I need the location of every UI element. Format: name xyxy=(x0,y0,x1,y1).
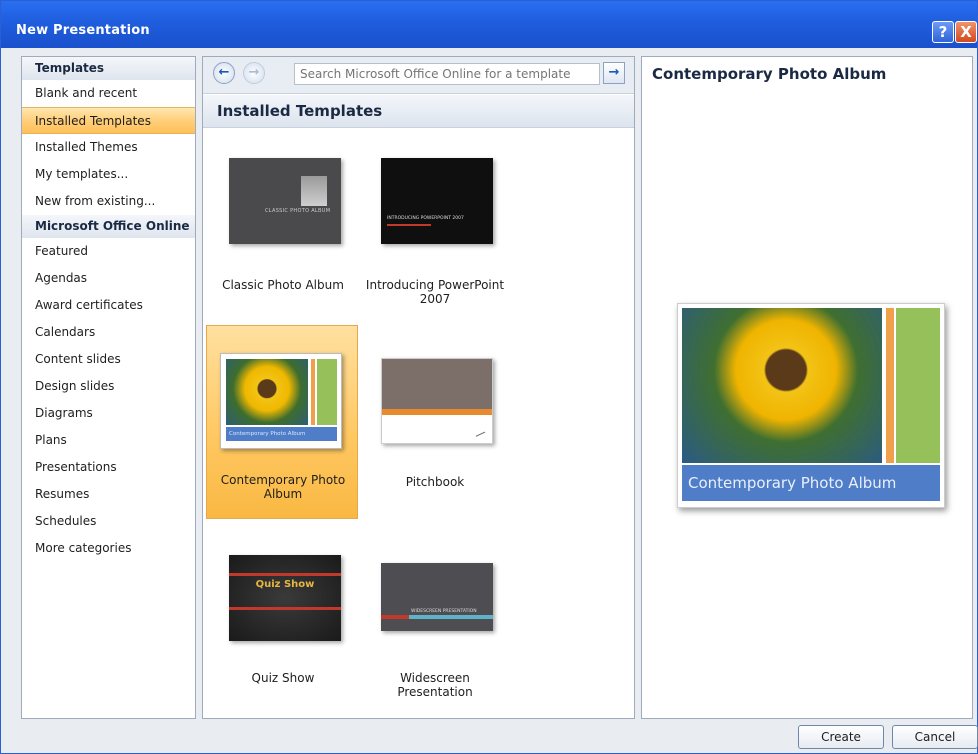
sidebar-item-featured[interactable]: Featured xyxy=(22,238,195,265)
swoosh-mark xyxy=(472,425,486,437)
header-band xyxy=(382,359,492,409)
template-label: Quiz Show xyxy=(251,671,315,685)
navigation-bar: ← → → xyxy=(203,57,634,94)
search-go-button[interactable]: → xyxy=(603,62,625,84)
template-thumbnail: CLASSIC PHOTO ALBUM xyxy=(229,158,341,244)
template-contemporary-photo-album[interactable]: Contemporary Photo Album Contemporary Ph… xyxy=(206,325,358,519)
sidebar-item-new-from-existing[interactable]: New from existing... xyxy=(22,188,195,215)
templates-heading: Installed Templates xyxy=(203,95,634,128)
accent-teal xyxy=(409,615,493,619)
sidebar-item-more-categories[interactable]: More categories xyxy=(22,535,195,562)
arrow-right-icon: → xyxy=(608,65,620,80)
template-label: Classic Photo Album xyxy=(222,278,344,292)
window-title: New Presentation xyxy=(16,23,150,38)
title-bar: New Presentation ? X xyxy=(1,1,977,48)
thumbnail-caption: Contemporary Photo Album xyxy=(226,427,337,441)
photo-placeholder xyxy=(301,176,327,206)
sunflower-photo xyxy=(682,308,882,463)
accent-stripe-green xyxy=(317,359,337,425)
thumbnail-caption: INTRODUCING POWERPOINT 2007 xyxy=(387,216,464,221)
sidebar-item-schedules[interactable]: Schedules xyxy=(22,508,195,535)
accent-stripe-orange xyxy=(886,308,894,463)
cancel-button[interactable]: Cancel xyxy=(892,725,978,749)
accent-line-bottom xyxy=(229,607,341,610)
template-label: Pitchbook xyxy=(405,475,465,489)
accent-stripe-green xyxy=(896,308,940,463)
sidebar-item-design-slides[interactable]: Design slides xyxy=(22,373,195,400)
arrow-left-icon: ← xyxy=(218,65,230,80)
thumbnail-caption: Quiz Show xyxy=(255,579,315,590)
thumbnail-caption: WIDESCREEN PRESENTATION xyxy=(411,609,477,614)
sidebar-item-content-slides[interactable]: Content slides xyxy=(22,346,195,373)
category-sidebar: Templates Blank and recent Installed Tem… xyxy=(21,56,196,719)
template-thumbnail xyxy=(381,358,493,444)
sidebar-item-installed-templates[interactable]: Installed Templates xyxy=(22,107,195,134)
sidebar-item-presentations[interactable]: Presentations xyxy=(22,454,195,481)
close-button[interactable]: X xyxy=(955,21,977,43)
template-quiz-show[interactable]: Quiz Show Quiz Show xyxy=(207,545,359,695)
template-thumbnail: Quiz Show xyxy=(229,555,341,641)
templates-panel: ← → → Installed Templates CLASSIC PHOTO … xyxy=(202,56,635,719)
accent-line xyxy=(387,224,431,226)
sidebar-item-my-templates[interactable]: My templates... xyxy=(22,161,195,188)
template-thumbnail: WIDESCREEN PRESENTATION xyxy=(381,563,493,631)
template-label: Widescreen Presentation xyxy=(397,671,473,699)
new-presentation-dialog: New Presentation ? X Templates Blank and… xyxy=(0,0,978,754)
template-pitchbook[interactable]: Pitchbook xyxy=(359,348,511,489)
help-button[interactable]: ? xyxy=(932,21,954,43)
sidebar-item-plans[interactable]: Plans xyxy=(22,427,195,454)
preview-caption: Contemporary Photo Album xyxy=(682,465,940,501)
sidebar-item-blank-and-recent[interactable]: Blank and recent xyxy=(22,80,195,107)
accent-stripe-orange xyxy=(311,359,315,425)
sidebar-header-office-online: Microsoft Office Online xyxy=(22,215,195,238)
sidebar-item-resumes[interactable]: Resumes xyxy=(22,481,195,508)
search-input[interactable] xyxy=(294,63,600,85)
preview-thumbnail: Contemporary Photo Album xyxy=(677,303,945,508)
accent-band xyxy=(382,409,492,415)
forward-button[interactable]: → xyxy=(243,62,265,84)
thumbnail-caption: CLASSIC PHOTO ALBUM xyxy=(265,208,331,214)
template-thumbnail: Contemporary Photo Album xyxy=(220,353,342,449)
sidebar-header-templates: Templates xyxy=(22,57,195,80)
template-label: Contemporary Photo Album xyxy=(220,473,346,501)
sidebar-item-diagrams[interactable]: Diagrams xyxy=(22,400,195,427)
template-introducing-powerpoint[interactable]: INTRODUCING POWERPOINT 2007 Introducing … xyxy=(359,148,511,323)
accent-red xyxy=(381,615,409,619)
sidebar-item-installed-themes[interactable]: Installed Themes xyxy=(22,134,195,161)
accent-line-top xyxy=(229,573,341,576)
template-classic-photo-album[interactable]: CLASSIC PHOTO ALBUM Classic Photo Album xyxy=(207,148,359,308)
create-button[interactable]: Create xyxy=(798,725,884,749)
sidebar-item-award-certificates[interactable]: Award certificates xyxy=(22,292,195,319)
preview-panel: Contemporary Photo Album Contemporary Ph… xyxy=(641,56,973,719)
sidebar-item-agendas[interactable]: Agendas xyxy=(22,265,195,292)
sunflower-photo xyxy=(226,359,308,425)
template-label: Introducing PowerPoint 2007 xyxy=(365,278,505,306)
template-thumbnail: INTRODUCING POWERPOINT 2007 xyxy=(381,158,493,244)
arrow-right-icon: → xyxy=(248,65,260,80)
back-button[interactable]: ← xyxy=(213,62,235,84)
sidebar-item-calendars[interactable]: Calendars xyxy=(22,319,195,346)
template-widescreen-presentation[interactable]: WIDESCREEN PRESENTATION Widescreen Prese… xyxy=(359,545,511,713)
preview-title: Contemporary Photo Album xyxy=(652,65,887,83)
